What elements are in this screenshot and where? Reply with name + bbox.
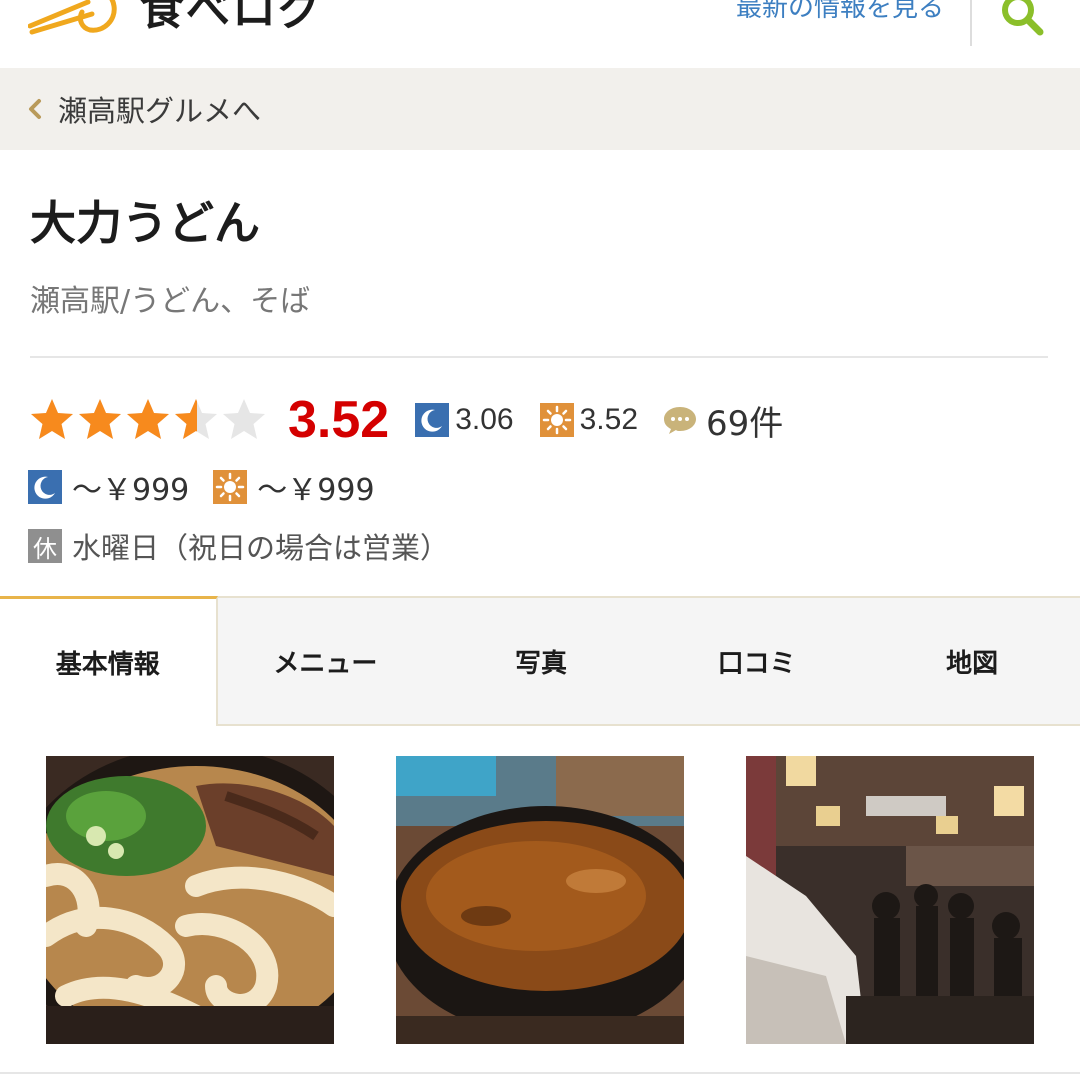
star-icon <box>127 399 169 439</box>
tab-reviews[interactable]: 口コミ <box>648 596 865 726</box>
lunch-budget: ～￥999 <box>213 465 375 509</box>
tabelog-logo[interactable]: 食べログ <box>28 0 324 38</box>
photo-strip <box>0 756 1080 1046</box>
header-divider <box>970 0 972 46</box>
tab-photos[interactable]: 写真 <box>433 596 649 726</box>
sun-icon <box>213 470 248 504</box>
dinner-score-value: 3.06 <box>455 403 514 436</box>
photo-interior[interactable] <box>746 756 1034 1044</box>
breadcrumb-label: 瀬高駅グルメへ <box>58 94 262 128</box>
breadcrumb[interactable]: 瀬高駅グルメへ <box>0 68 1080 150</box>
lunch-score-value: 3.52 <box>579 403 638 436</box>
holiday-text: 水曜日（祝日の場合は営業） <box>72 531 450 565</box>
photo-curry-udon[interactable] <box>396 756 684 1044</box>
tab-map[interactable]: 地図 <box>864 596 1080 726</box>
holiday-badge: 休 <box>28 529 62 563</box>
star-icon <box>79 399 121 439</box>
rating-score: 3.52 <box>288 391 390 449</box>
star-icon <box>223 399 265 439</box>
search-button[interactable] <box>996 0 1052 42</box>
lunch-budget-value: ～￥999 <box>257 473 375 508</box>
chopsticks-logo-icon <box>28 0 117 35</box>
dinner-budget: ～￥999 <box>28 465 189 509</box>
budget-row: ～￥999 ～￥999 <box>28 466 399 508</box>
moon-icon <box>28 470 62 504</box>
star-3 <box>124 396 172 444</box>
holiday-row: 休 水曜日（祝日の場合は営業） <box>28 526 449 566</box>
search-icon <box>1002 0 1044 36</box>
section-divider <box>30 356 1048 358</box>
lunch-score: 3.52 <box>539 403 638 437</box>
shop-station-genre: 瀬高駅/うどん、そば <box>30 284 311 319</box>
moon-icon <box>415 403 450 437</box>
sun-icon <box>539 403 574 437</box>
star-1 <box>28 396 76 444</box>
curry-udon-image <box>396 756 684 1044</box>
star-2 <box>76 396 124 444</box>
tab-basic-info[interactable]: 基本情報 <box>0 596 218 726</box>
chevron-left-icon <box>29 99 41 119</box>
dinner-budget-value: ～￥999 <box>72 473 190 508</box>
star-icon <box>31 399 73 439</box>
latest-info-link[interactable]: 最新の情報を見る <box>736 0 944 26</box>
star-icon <box>175 399 217 439</box>
tab-menu[interactable]: メニュー <box>217 596 434 726</box>
restaurant-interior-image <box>746 756 1034 1044</box>
star-5 <box>220 396 268 444</box>
shop-tabs: 基本情報 メニュー 写真 口コミ 地図 <box>0 596 1080 726</box>
rating-row: 3.52 3.06 3.52 69件 <box>28 388 783 452</box>
shop-name: 大力うどん <box>30 196 260 250</box>
niku-udon-image <box>46 756 334 1044</box>
star-4 <box>172 396 220 444</box>
dinner-score: 3.06 <box>415 403 514 437</box>
photo-niku-udon[interactable] <box>46 756 334 1044</box>
top-header: 食べログ 最新の情報を見る <box>0 0 1080 68</box>
review-count-value: 69件 <box>706 403 784 444</box>
star-rating <box>28 390 268 450</box>
section-divider-bottom <box>0 1072 1080 1074</box>
review-count[interactable]: 69件 <box>662 396 783 445</box>
speech-bubble-icon <box>664 407 696 434</box>
logo-text: 食べログ <box>140 0 324 35</box>
